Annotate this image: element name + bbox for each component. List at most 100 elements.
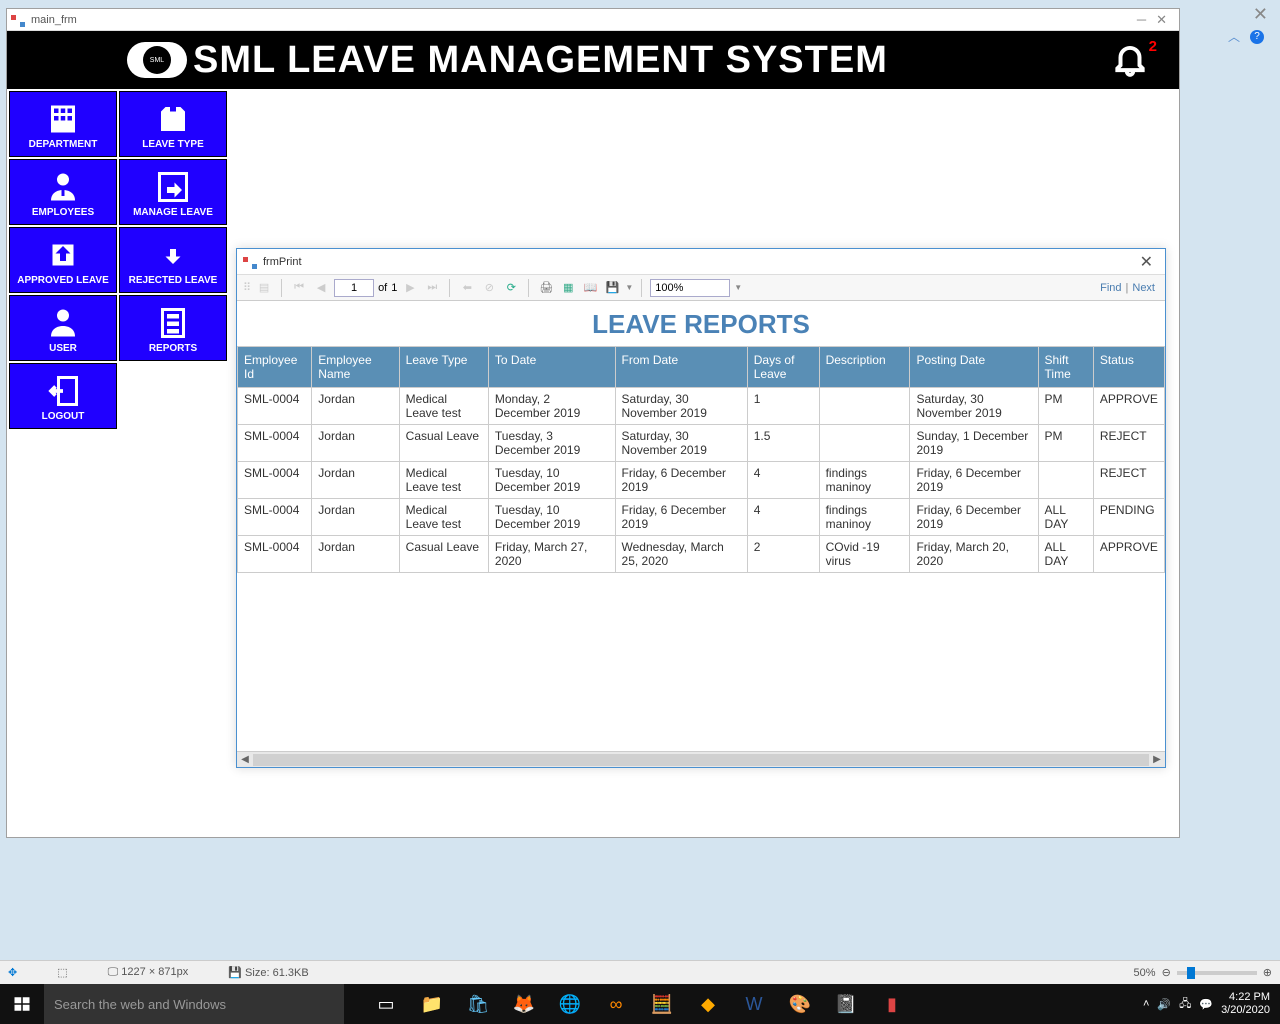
department-icon	[45, 99, 81, 139]
system-tray: ˄ 🔊 🖧 💬 4:22 PM 3/20/2020	[1133, 991, 1280, 1017]
column-header: Leave Type	[399, 347, 488, 388]
user-icon	[45, 303, 81, 343]
start-button[interactable]	[0, 984, 44, 1024]
zoom-control: 50% ⊖ ⊕	[1134, 966, 1272, 979]
sidebar-reports[interactable]: REPORTS	[119, 295, 227, 361]
network-icon[interactable]: 🖧	[1179, 995, 1191, 1014]
paint-icon[interactable]: 🎨	[778, 984, 822, 1024]
refresh-button[interactable]: ⟳	[502, 279, 520, 297]
table-cell: SML-0004	[238, 536, 312, 573]
help-icon[interactable]: ?	[1250, 30, 1264, 44]
table-cell: Jordan	[312, 425, 399, 462]
minimize-button[interactable]: ─	[1137, 12, 1146, 28]
clock[interactable]: 4:22 PM 3/20/2020	[1221, 991, 1270, 1017]
zoom-slider[interactable]	[1177, 971, 1257, 975]
logout-icon	[45, 371, 81, 411]
zoom-select[interactable]	[650, 279, 730, 297]
scroll-left-arrow[interactable]: ◀	[237, 754, 253, 765]
last-page-button[interactable]: ⏭	[423, 279, 441, 297]
prev-page-button[interactable]: ◀	[312, 279, 330, 297]
table-row[interactable]: SML-0004JordanMedical Leave testTuesday,…	[238, 499, 1165, 536]
size-label: Size:	[245, 967, 269, 979]
sidebar-approved-leave[interactable]: APPROVED LEAVE	[9, 227, 117, 293]
first-page-button[interactable]: ⏮	[290, 279, 308, 297]
taskview-icon[interactable]: ▭	[364, 984, 408, 1024]
column-header: Days of Leave	[747, 347, 819, 388]
page-of-label: of	[378, 282, 387, 294]
find-box: Find|Next	[1096, 282, 1159, 294]
print-modal: frmPrint ✕ ⠿ ▤ ⏮ ◀ of 1 ▶ ⏭ ⬅ ⊘ ⟳ 🖨 ▦ 📖 …	[236, 248, 1166, 768]
table-cell: Saturday, 30 November 2019	[615, 388, 747, 425]
sidebar-user[interactable]: USER	[9, 295, 117, 361]
export-button[interactable]: 💾	[603, 279, 621, 297]
manage-leave-icon	[155, 167, 191, 207]
column-header: Status	[1093, 347, 1164, 388]
approved-leave-icon	[45, 235, 81, 275]
find-link[interactable]: Find	[1100, 282, 1121, 294]
page-input[interactable]	[334, 279, 374, 297]
table-cell: PM	[1038, 425, 1093, 462]
table-cell: ALL DAY	[1038, 536, 1093, 573]
outer-close-button[interactable]: ✕	[1253, 4, 1268, 25]
sidebar-department[interactable]: DEPARTMENT	[9, 91, 117, 157]
table-row[interactable]: SML-0004JordanCasual LeaveFriday, March …	[238, 536, 1165, 573]
zoom-in-button[interactable]: ⊕	[1263, 966, 1272, 979]
horizontal-scrollbar[interactable]: ◀ ▶	[237, 751, 1165, 767]
xampp-icon[interactable]: ∞	[594, 984, 638, 1024]
tray-up-icon[interactable]: ˄	[1143, 998, 1149, 1010]
selection-icon: ⬚	[57, 966, 67, 979]
scroll-right-arrow[interactable]: ▶	[1149, 754, 1165, 765]
sidebar-manage-leave[interactable]: MANAGE LEAVE	[119, 159, 227, 225]
sidebar-logout[interactable]: LOGOUT	[9, 363, 117, 429]
chrome-icon[interactable]: 🌐	[548, 984, 592, 1024]
sidebar-label: USER	[49, 343, 77, 354]
action-center-icon[interactable]: 💬	[1199, 998, 1213, 1011]
modal-titlebar: frmPrint ✕	[237, 249, 1165, 275]
table-row[interactable]: SML-0004JordanMedical Leave testMonday, …	[238, 388, 1165, 425]
sidebar-leave-type[interactable]: LEAVE TYPE	[119, 91, 227, 157]
back-button[interactable]: ⬅	[458, 279, 476, 297]
notifications-button[interactable]: 2	[1111, 40, 1149, 81]
search-box[interactable]: Search the web and Windows	[44, 984, 344, 1024]
next-link[interactable]: Next	[1132, 282, 1155, 294]
firefox-icon[interactable]: 🦊	[502, 984, 546, 1024]
explorer-icon[interactable]: 📁	[410, 984, 454, 1024]
table-cell: SML-0004	[238, 388, 312, 425]
table-row[interactable]: SML-0004JordanCasual LeaveTuesday, 3 Dec…	[238, 425, 1165, 462]
outer-chevron-icon[interactable]: ︿	[1228, 28, 1240, 45]
table-cell: Jordan	[312, 536, 399, 573]
report-viewport[interactable]: LEAVE REPORTS Employee IdEmployee NameLe…	[237, 301, 1165, 751]
windows-icon	[13, 995, 31, 1013]
table-cell: 4	[747, 462, 819, 499]
zoom-out-button[interactable]: ⊖	[1162, 966, 1171, 979]
next-page-button[interactable]: ▶	[401, 279, 419, 297]
stop-button[interactable]: ⊘	[480, 279, 498, 297]
layout-button[interactable]: ▦	[559, 279, 577, 297]
store-icon[interactable]: 🛍	[456, 984, 500, 1024]
table-cell: Jordan	[312, 462, 399, 499]
column-header: Posting Date	[910, 347, 1038, 388]
word-icon[interactable]: W	[732, 984, 776, 1024]
page-setup-button[interactable]: 📖	[581, 279, 599, 297]
modal-close-button[interactable]: ✕	[1134, 252, 1159, 272]
sound-icon[interactable]: 🔊	[1157, 998, 1171, 1011]
sidebar-rejected-leave[interactable]: REJECTED LEAVE	[119, 227, 227, 293]
table-cell: COvid -19 virus	[819, 536, 910, 573]
column-header: To Date	[488, 347, 615, 388]
column-header: Shift Time	[1038, 347, 1093, 388]
print-button[interactable]: 🖨	[537, 279, 555, 297]
notepad-icon[interactable]: 📓	[824, 984, 868, 1024]
sidebar-employees[interactable]: EMPLOYEES	[9, 159, 117, 225]
scroll-track[interactable]	[253, 754, 1149, 766]
close-button[interactable]: ✕	[1156, 12, 1167, 28]
form-icon	[11, 13, 25, 27]
table-row[interactable]: SML-0004JordanMedical Leave testTuesday,…	[238, 462, 1165, 499]
app-icon[interactable]: ▮	[870, 984, 914, 1024]
table-cell: ALL DAY	[1038, 499, 1093, 536]
calc-icon[interactable]: 🧮	[640, 984, 684, 1024]
sublime-icon[interactable]: ◆	[686, 984, 730, 1024]
disk-icon: 💾	[228, 967, 245, 979]
sidebar-label: MANAGE LEAVE	[133, 207, 213, 218]
bell-icon	[1111, 40, 1149, 78]
column-header: Employee Id	[238, 347, 312, 388]
